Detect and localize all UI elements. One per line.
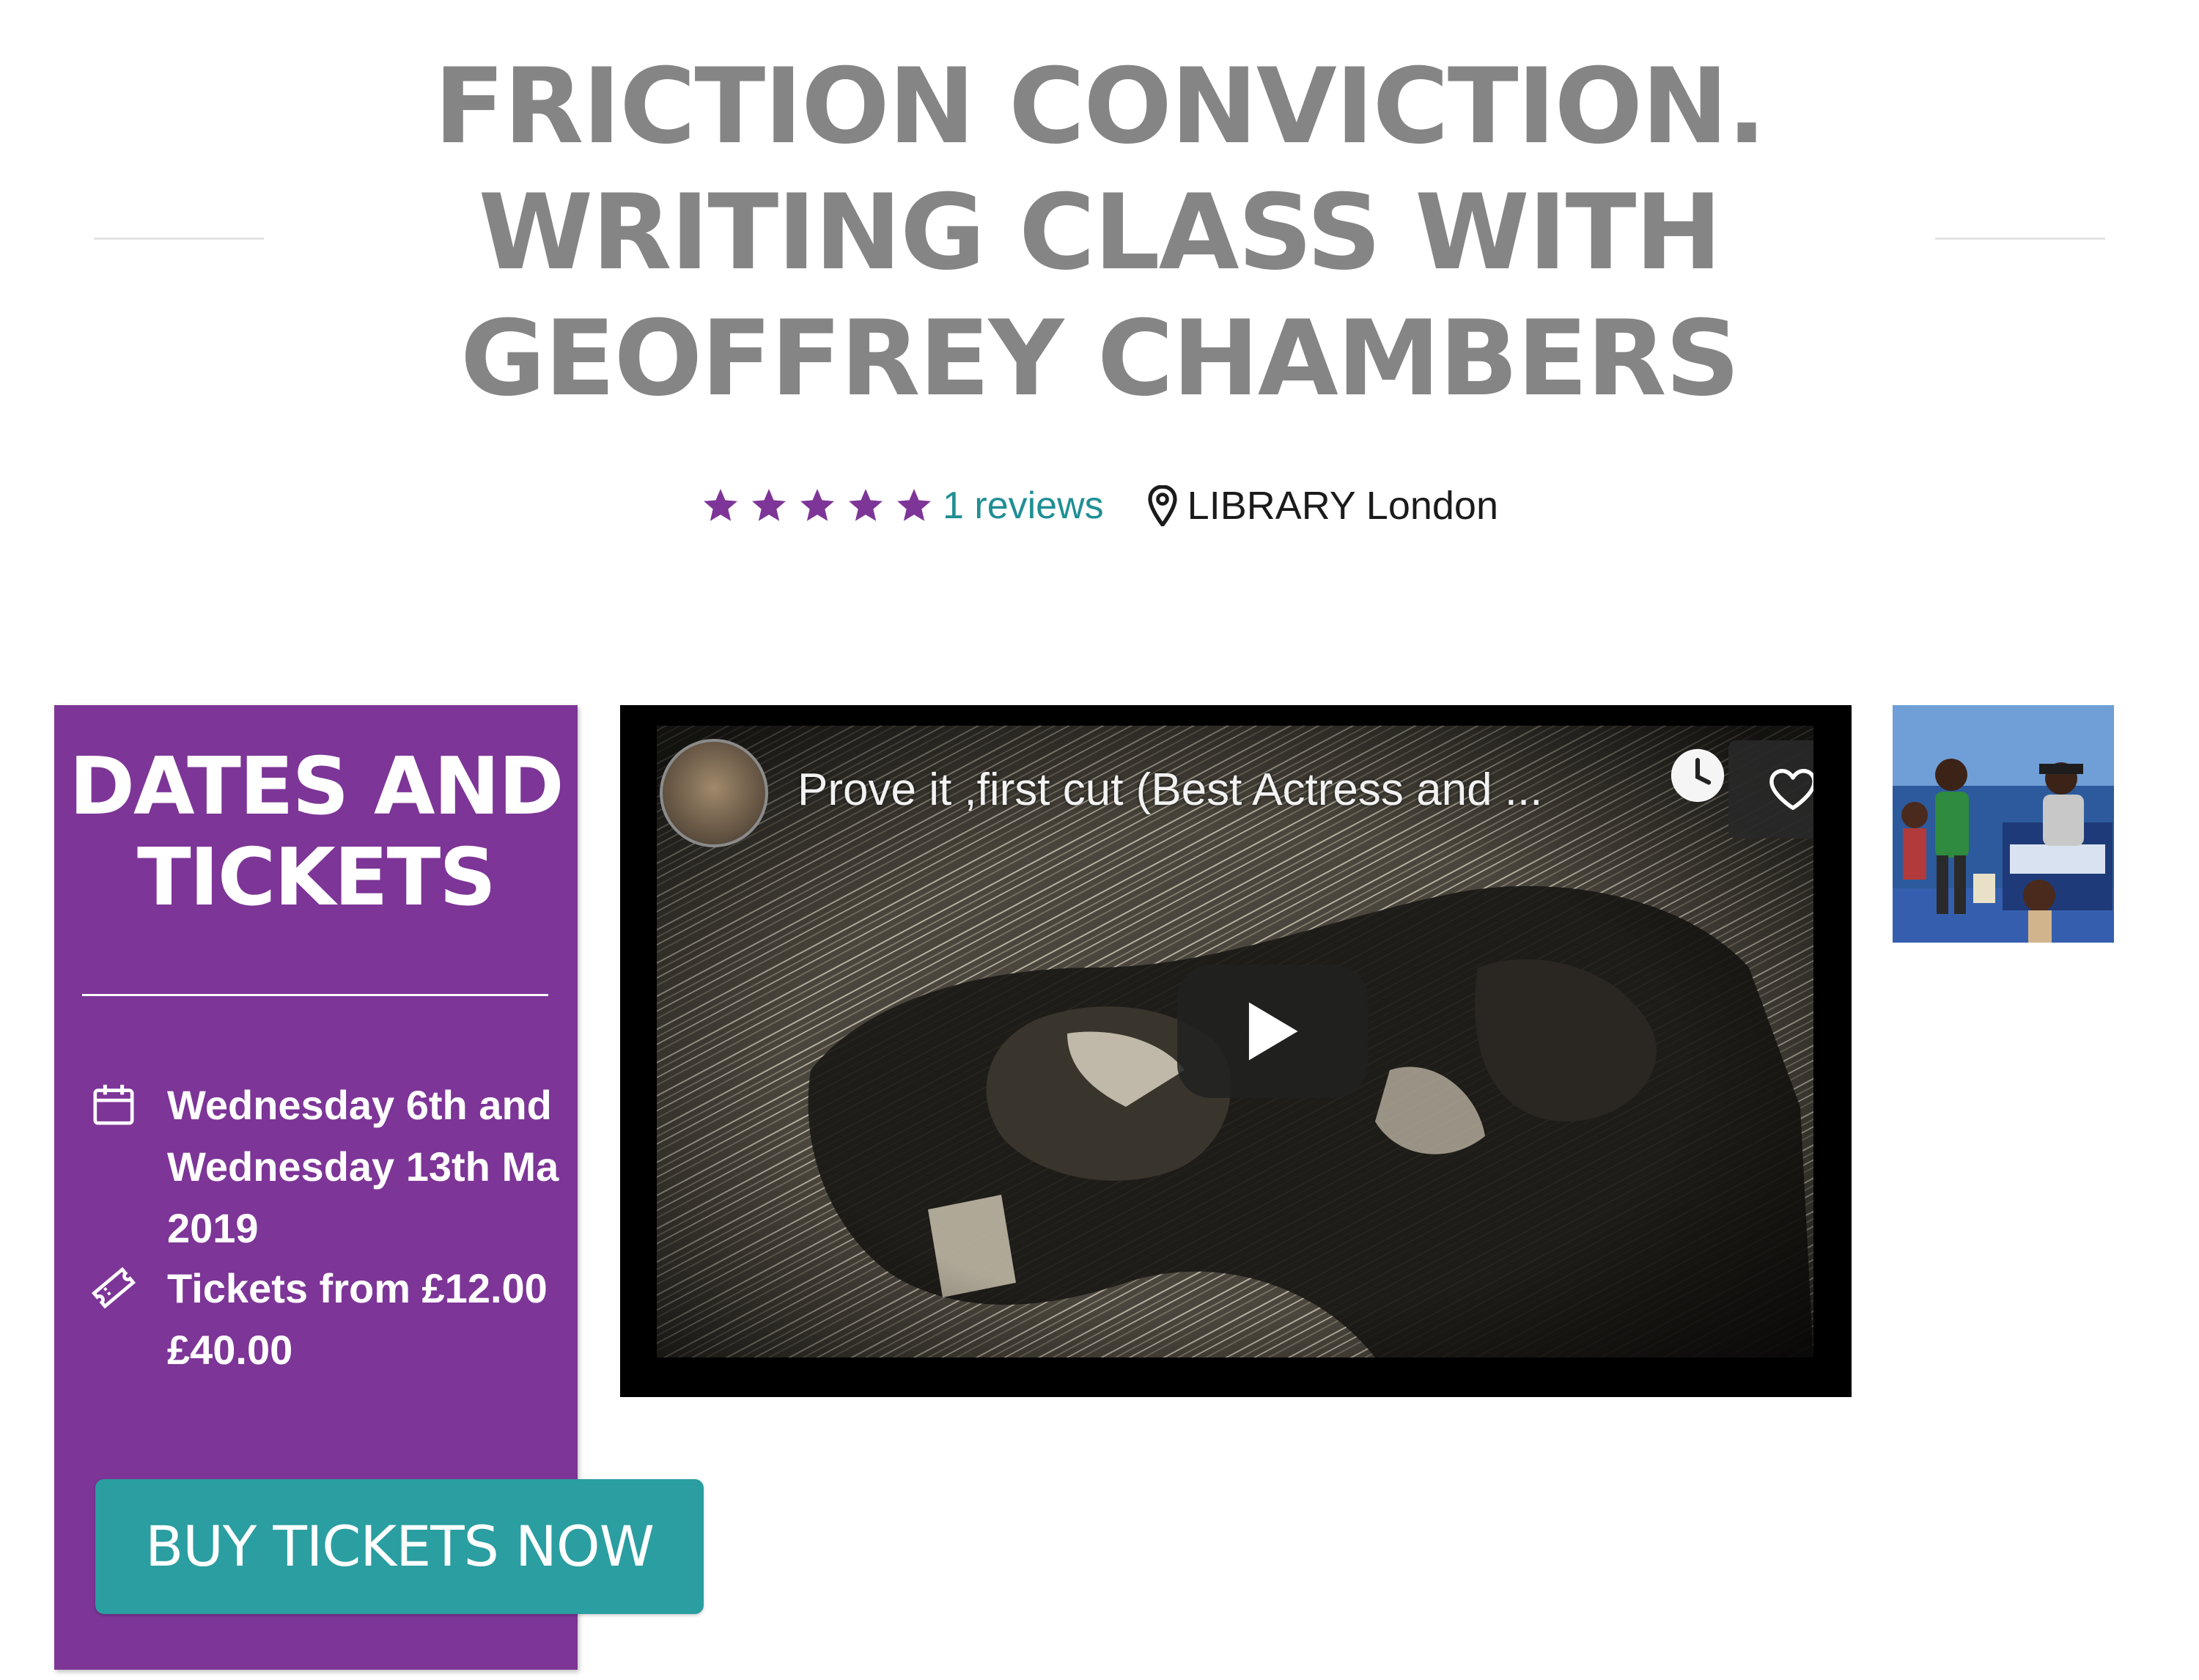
video-thumbnail[interactable]: Prove it ,first cut (Best Actress and ..… [657, 726, 1813, 1357]
clock-icon[interactable] [1670, 748, 1725, 803]
ticket-price: Tickets from £12.00 £40.00 [91, 1258, 548, 1381]
event-dates: Wednesday 6th and Wednesday 13th Ma 2019 [91, 1075, 559, 1259]
location-label: LIBRARY London [1187, 484, 1498, 528]
play-button[interactable] [1177, 965, 1368, 1098]
panel-heading: DATES AND TICKETS [54, 742, 578, 924]
star-icon [894, 486, 934, 526]
reviews-link[interactable]: 1 reviews [943, 484, 1104, 528]
panel-heading-line: TICKETS [136, 832, 496, 924]
ticket-icon [91, 1265, 136, 1311]
map-pin-icon [1148, 485, 1177, 526]
title-divider-right [1935, 237, 2105, 240]
dates-text: Wednesday 6th and Wednesday 13th Ma 2019 [167, 1082, 559, 1251]
star-icon [749, 486, 789, 526]
buy-tickets-button[interactable]: BUY TICKETS NOW [95, 1479, 704, 1614]
title-divider-left [94, 237, 264, 240]
page-title: FRICTION CONVICTION. WRITING CLASS WITH … [323, 44, 1876, 422]
play-icon [1248, 1002, 1298, 1061]
star-rating [701, 486, 943, 526]
star-icon [846, 486, 885, 526]
heart-icon [1769, 769, 1813, 810]
event-photo [1893, 705, 2114, 943]
panel-heading-line: DATES AND [69, 741, 564, 833]
gallery-thumbnail[interactable] [1893, 705, 2114, 943]
panel-divider [82, 994, 548, 996]
channel-avatar[interactable] [660, 739, 768, 847]
star-icon [798, 486, 837, 526]
favorite-button[interactable] [1728, 740, 1813, 839]
page-title-line: FRICTION CONVICTION. [434, 46, 1767, 167]
page-title-line: GEOFFREY CHAMBERS [460, 298, 1740, 419]
video-title[interactable]: Prove it ,first cut (Best Actress and ..… [798, 764, 1542, 816]
event-meta-row: 1 reviews LIBRARY London [0, 476, 2199, 535]
price-text: Tickets from £12.00 £40.00 [167, 1265, 548, 1373]
page-title-line: WRITING CLASS WITH [478, 172, 1723, 293]
star-icon [701, 486, 740, 526]
calendar-icon [91, 1082, 136, 1127]
event-location: LIBRARY London [1148, 483, 1498, 528]
video-player[interactable]: Prove it ,first cut (Best Actress and ..… [620, 705, 1852, 1397]
